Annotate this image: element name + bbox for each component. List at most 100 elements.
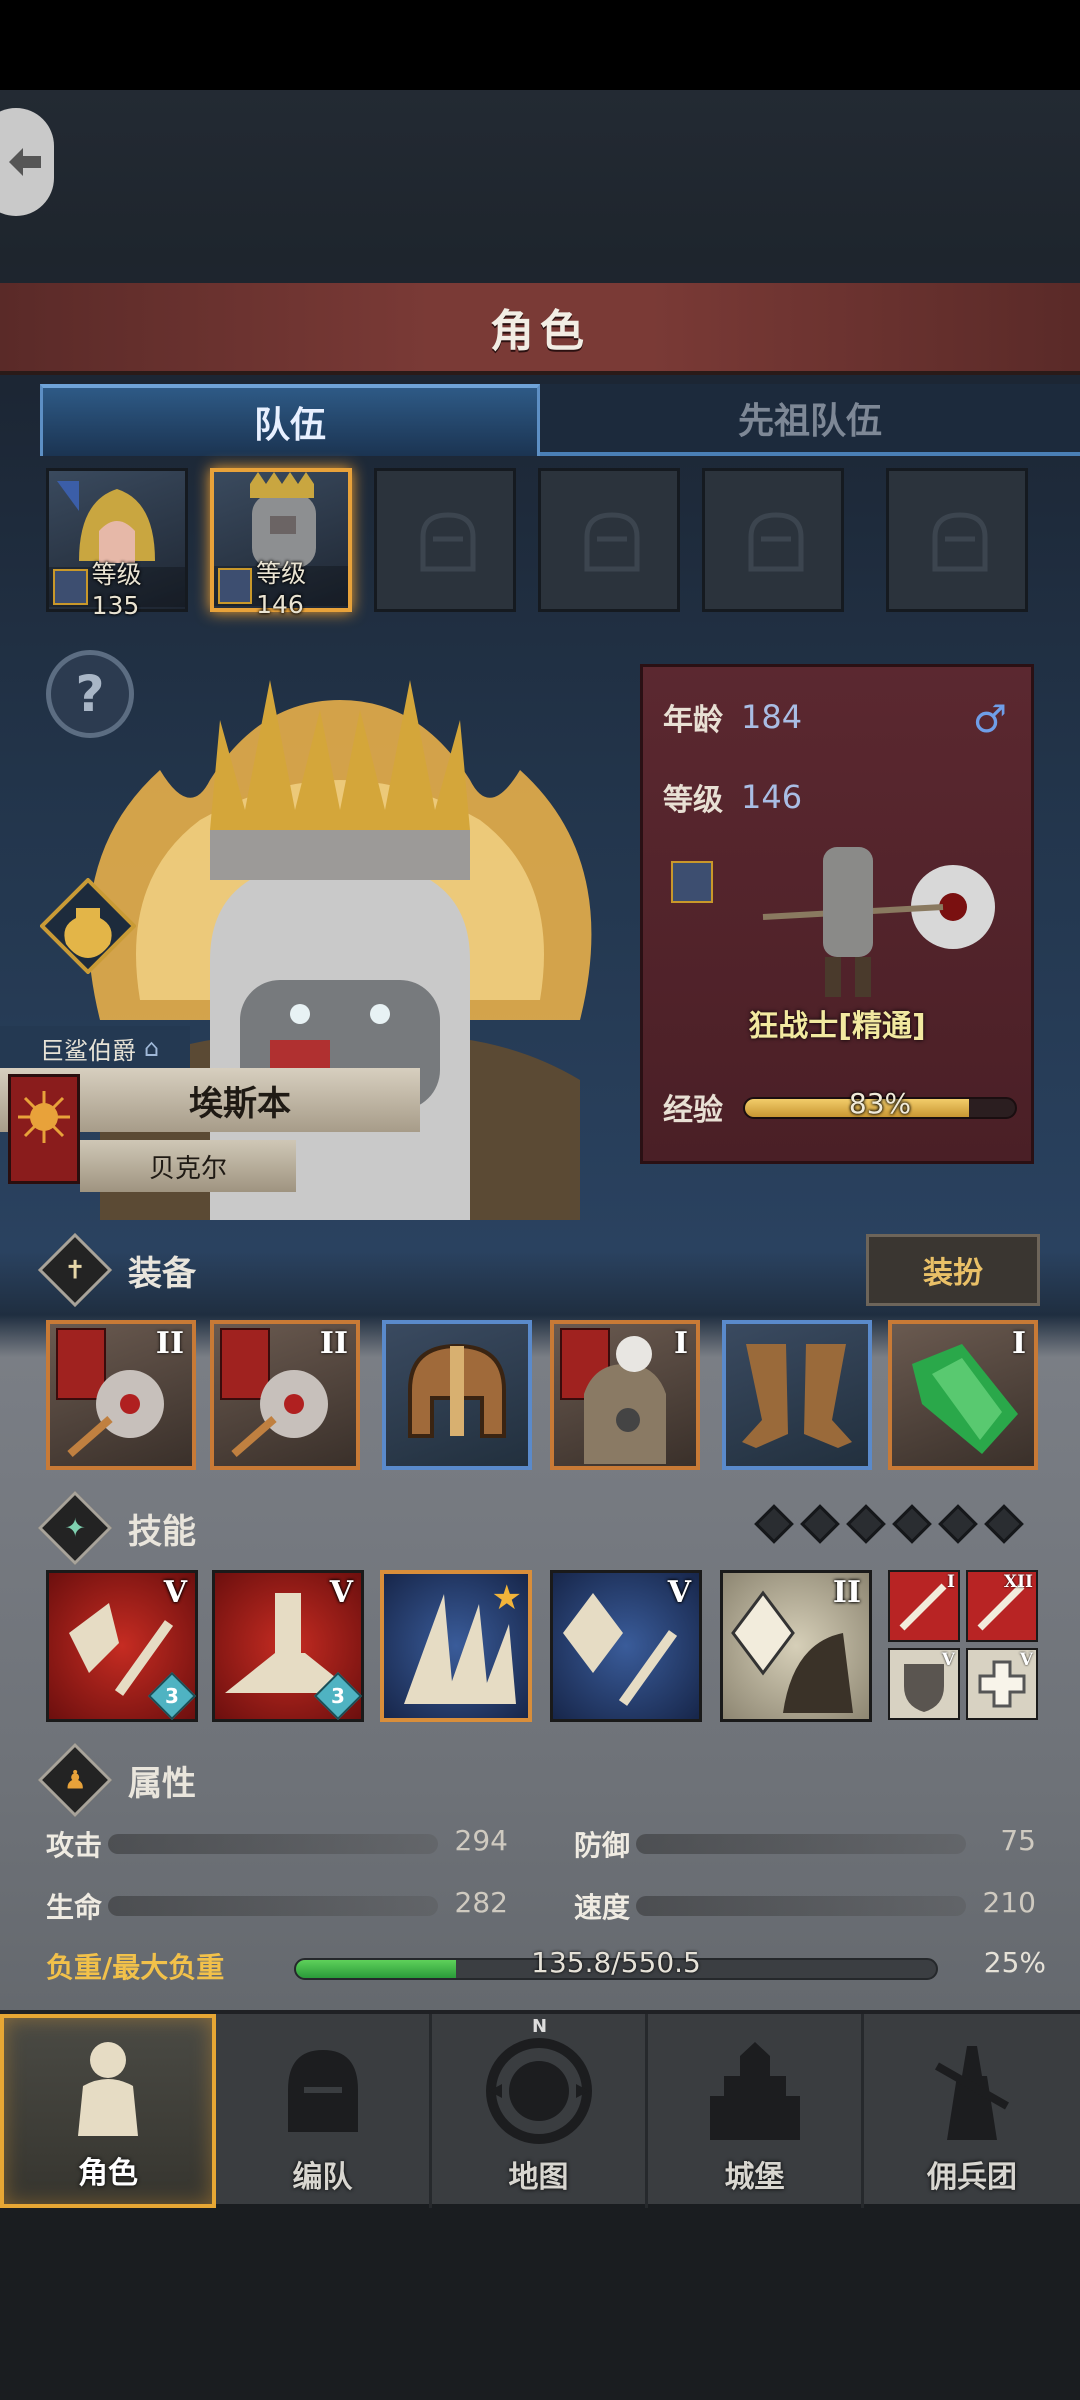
back-icon xyxy=(9,148,41,176)
equipment-emblem-icon: ✝ xyxy=(37,1232,113,1308)
bottom-nav: 角色 编队 N 地图 城堡 佣兵团 xyxy=(0,2010,1080,2208)
equip-slot-boots[interactable] xyxy=(722,1320,872,1470)
skill-crystal-arm[interactable]: II xyxy=(720,1570,872,1722)
hero-name: 埃斯本 xyxy=(189,1083,291,1124)
passive-sword-1[interactable]: I xyxy=(888,1570,960,1642)
nav-mercenary[interactable]: 佣兵团 xyxy=(864,2014,1080,2208)
leather-boots-icon xyxy=(742,1344,852,1448)
empty-helmet-icon xyxy=(748,512,804,572)
tier-label: V xyxy=(941,1650,955,1670)
age-row: 年龄 184 xyxy=(663,695,802,739)
nav-label: 角色 xyxy=(78,2156,138,2191)
load-label: 负重/最大负重 xyxy=(46,1951,225,1984)
slot-level: 等级135 xyxy=(49,560,185,620)
equip-slot-weapon[interactable]: II xyxy=(46,1320,196,1470)
passive-shield[interactable]: V xyxy=(888,1648,960,1720)
nav-formation[interactable]: 编队 xyxy=(216,2014,432,2208)
passive-sword-2[interactable]: XII xyxy=(966,1570,1038,1642)
equip-slot-offhand[interactable]: II xyxy=(210,1320,360,1470)
skill-ground-slam[interactable]: V 3 xyxy=(212,1570,364,1722)
back-button[interactable] xyxy=(0,108,54,216)
status-bar xyxy=(0,0,1080,90)
equip-slot-helmet[interactable] xyxy=(382,1320,532,1470)
skill-point-diamond-icon xyxy=(984,1504,1024,1544)
tab-team[interactable]: 队伍 xyxy=(40,384,540,456)
helmet-icon xyxy=(287,2050,358,2132)
potion-icon[interactable] xyxy=(40,878,136,974)
nav-character[interactable]: 角色 xyxy=(0,2014,216,2208)
skill-claw-rend[interactable]: ★ xyxy=(380,1570,532,1722)
stat-bar xyxy=(636,1834,966,1854)
exp-label: 经验 xyxy=(663,1093,723,1128)
class-sword-icon[interactable] xyxy=(671,861,713,903)
empty-helmet-icon xyxy=(932,512,988,572)
stat-attack: 攻击 294 xyxy=(46,1822,508,1866)
team-slot-empty[interactable] xyxy=(702,468,844,612)
passive-heal[interactable]: V xyxy=(966,1648,1038,1720)
skill-point-diamond-icon xyxy=(892,1504,932,1544)
class-name: 狂战士[精通] xyxy=(748,1009,926,1044)
tier-label: I xyxy=(1011,1326,1026,1361)
skill-shatter-strike[interactable]: V 3 xyxy=(46,1570,198,1722)
team-slot-empty[interactable] xyxy=(886,468,1028,612)
attributes-emblem-icon: ♟ xyxy=(37,1742,113,1818)
rank-tag: 巨鲨伯爵 ⌂ xyxy=(0,1026,190,1070)
empty-helmet-icon xyxy=(584,512,640,572)
skills-row: V 3 V 3 ★ V II I XII V V xyxy=(46,1570,1046,1722)
slot-level-text: 等级146 xyxy=(256,558,307,619)
team-slot-1[interactable]: 等级135 xyxy=(46,468,188,620)
family-banner-icon xyxy=(8,1074,80,1184)
page-title: 角色 xyxy=(490,306,590,357)
tier-label: V xyxy=(163,1575,187,1610)
skill-crystal-sword[interactable]: V xyxy=(550,1570,702,1722)
stat-value: 294 xyxy=(454,1824,508,1857)
skill-point-diamond-icon xyxy=(938,1504,978,1544)
hero-info-card: 年龄 184 ♂ 等级 146 狂战士[精通] 经验 83% xyxy=(640,664,1034,1164)
empty-helmet-icon xyxy=(420,512,476,572)
tier-label: II xyxy=(319,1326,348,1361)
knight-icon xyxy=(78,2042,138,2136)
castle-icon xyxy=(709,2042,800,2140)
page-title-banner: 角色 xyxy=(0,283,1080,375)
stat-value: 210 xyxy=(982,1886,1036,1919)
dress-up-button[interactable]: 装扮 xyxy=(866,1234,1040,1306)
slot-level: 等级146 xyxy=(214,559,348,619)
tier-label: II xyxy=(155,1326,184,1361)
question-icon: ? xyxy=(75,665,105,723)
stat-label: 攻击 xyxy=(46,1829,103,1862)
stat-label: 速度 xyxy=(574,1891,631,1924)
attributes-header: ♟ 属性 xyxy=(37,1742,1040,1818)
family-name: 贝克尔 xyxy=(148,1153,227,1184)
stat-label: 生命 xyxy=(46,1891,103,1924)
attributes-title: 属性 xyxy=(128,1763,196,1804)
rank-text: 巨鲨伯爵 xyxy=(40,1036,136,1065)
nav-castle[interactable]: 城堡 xyxy=(648,2014,864,2208)
skill-point-slots xyxy=(754,1504,1024,1544)
level-label: 等级 xyxy=(663,783,723,818)
tier-label: V xyxy=(1019,1650,1033,1670)
equip-slot-armor[interactable]: I xyxy=(550,1320,700,1470)
north-label: N xyxy=(532,2016,548,2037)
tier-label: XII xyxy=(1003,1572,1033,1592)
stat-bar xyxy=(108,1896,438,1916)
skill-point-diamond-icon xyxy=(754,1504,794,1544)
stat-value: 282 xyxy=(454,1886,508,1919)
tab-ancestor-team[interactable]: 先祖队伍 xyxy=(540,384,1080,456)
nav-map[interactable]: N 地图 xyxy=(432,2014,648,2208)
nav-label: 城堡 xyxy=(724,2160,785,2195)
family-name-plate: 贝克尔 xyxy=(80,1140,296,1192)
tier-label: V xyxy=(667,1575,691,1610)
help-button[interactable]: ? xyxy=(46,650,134,738)
team-slot-2[interactable]: 等级146 xyxy=(210,468,352,619)
nav-label: 佣兵团 xyxy=(927,2160,1017,2195)
exp-percent: 83% xyxy=(848,1087,912,1120)
age-value: 184 xyxy=(741,698,803,736)
stat-bar xyxy=(636,1896,966,1916)
load-percent: 25% xyxy=(983,1946,1046,1979)
team-slot-empty[interactable] xyxy=(374,468,516,612)
rank-up-icon: ⌂ xyxy=(144,1034,160,1062)
equip-slot-trinket[interactable]: I xyxy=(888,1320,1038,1470)
nav-label: 地图 xyxy=(508,2160,569,2195)
stat-speed: 速度 210 xyxy=(574,1884,1036,1928)
team-slot-empty[interactable] xyxy=(538,468,680,612)
